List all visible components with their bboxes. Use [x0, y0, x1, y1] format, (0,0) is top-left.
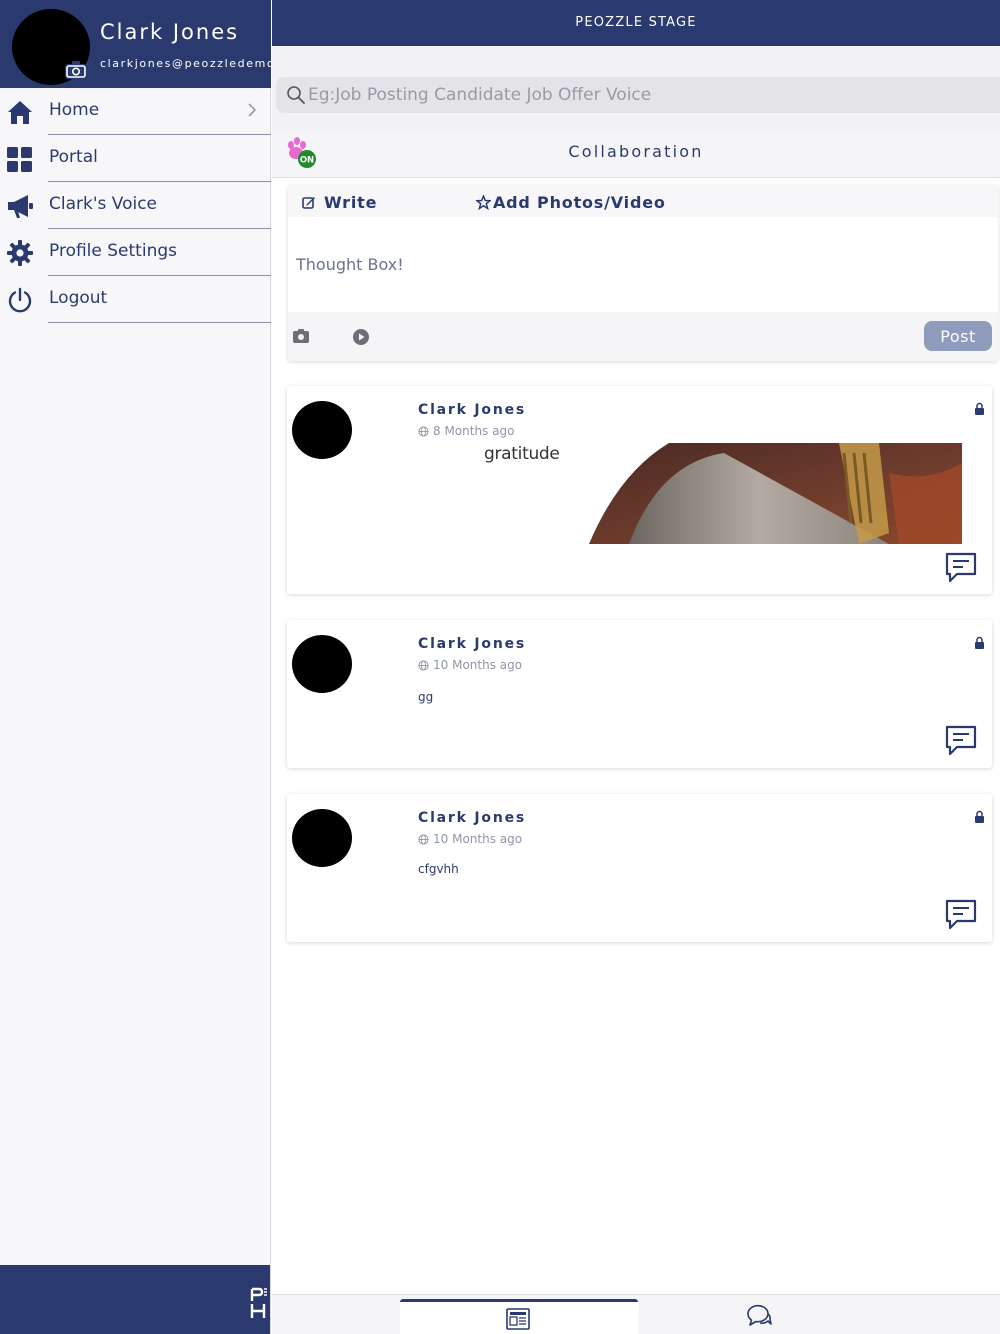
post-avatar[interactable] [292, 635, 352, 693]
tab-write-label: Write [324, 192, 378, 212]
bottom-nav [272, 1294, 1000, 1334]
search-input[interactable] [308, 77, 988, 113]
sidebar-item-label: Home [49, 100, 100, 120]
chat-bubbles-icon[interactable] [744, 1303, 772, 1329]
sidebar-item-label: Portal [49, 147, 98, 167]
video-play-icon[interactable] [352, 328, 370, 346]
post-time-text: 8 Months ago [433, 424, 515, 438]
post-author[interactable]: Clark Jones [418, 636, 526, 652]
post-body: gg [418, 690, 434, 704]
post-card: Clark Jones 10 Months ago cfgvhh [287, 794, 992, 942]
comment-icon[interactable] [944, 550, 978, 584]
collaboration-bar: ON Collaboration [272, 132, 1000, 178]
post-time-text: 10 Months ago [433, 658, 523, 672]
camera-icon[interactable] [292, 328, 310, 344]
peozzle-logo [250, 1287, 267, 1318]
sidebar-item-label: Clark's Voice [49, 194, 158, 214]
comment-icon[interactable] [944, 723, 978, 757]
gear-icon [7, 240, 33, 266]
post-avatar[interactable] [292, 401, 352, 459]
post-body: cfgvhh [418, 862, 459, 876]
sidebar-menu: Home Portal Clark's Voice Profile Settin… [0, 88, 271, 323]
globe-icon [418, 833, 429, 845]
page-title: PEOZZLE STAGE [575, 15, 697, 30]
sidebar-item-portal[interactable]: Portal [0, 135, 271, 182]
post-card: Clark Jones 8 Months ago gratitude [287, 386, 992, 594]
camera-icon[interactable] [64, 60, 88, 80]
post-composer: Write Add Photos/Video Thought Box! Post [288, 185, 998, 361]
main-content: PEOZZLE STAGE ON Collaboration [272, 0, 1000, 1334]
sidebar-item-profile-settings[interactable]: Profile Settings [0, 229, 271, 276]
search-bar[interactable] [276, 77, 1000, 113]
profile-name: Clark Jones [100, 20, 240, 44]
tab-photos-label: Add Photos/Video [493, 192, 666, 212]
post-image-caption: gratitude [484, 444, 560, 464]
post-author[interactable]: Clark Jones [418, 402, 526, 418]
star-icon [476, 194, 491, 210]
post-image[interactable] [589, 443, 962, 544]
globe-icon [418, 659, 429, 671]
tab-write[interactable]: Write [302, 191, 377, 213]
sidebar-footer [0, 1265, 270, 1334]
sidebar-item-logout[interactable]: Logout [0, 276, 271, 323]
grid-icon [7, 147, 32, 172]
newspaper-icon [506, 1308, 530, 1330]
home-icon [8, 101, 32, 124]
post-timestamp: 10 Months ago [418, 832, 522, 846]
lock-icon [975, 810, 984, 823]
search-area [272, 46, 1000, 132]
megaphone-icon [8, 195, 33, 218]
tab-add-photos-video[interactable]: Add Photos/Video [476, 191, 666, 213]
post-time-text: 10 Months ago [433, 832, 523, 846]
post-button[interactable]: Post [924, 321, 992, 351]
post-author[interactable]: Clark Jones [418, 810, 526, 826]
post-timestamp: 10 Months ago [418, 658, 522, 672]
post-avatar[interactable] [292, 809, 352, 867]
globe-icon [418, 425, 429, 437]
search-icon [287, 86, 305, 104]
sidebar-item-voice[interactable]: Clark's Voice [0, 182, 271, 229]
post-card: Clark Jones 10 Months ago gg [287, 620, 992, 768]
lock-icon [975, 636, 984, 649]
tab-feed[interactable] [400, 1299, 638, 1334]
collaboration-title: Collaboration [568, 142, 704, 161]
post-timestamp: 8 Months ago [418, 424, 514, 438]
sidebar-item-label: Profile Settings [49, 241, 177, 261]
profile-header: Clark Jones clarkjones@peozzledemo [0, 0, 271, 88]
composer-toolbar: Post [288, 312, 998, 361]
profile-email: clarkjones@peozzledemo [100, 57, 271, 70]
sidebar: Clark Jones clarkjones@peozzledemo Home … [0, 0, 271, 1334]
lock-icon [975, 402, 984, 415]
comment-icon[interactable] [944, 897, 978, 931]
power-icon [8, 287, 32, 313]
divider [48, 322, 271, 323]
chevron-right-icon [248, 103, 257, 117]
sidebar-item-label: Logout [49, 288, 108, 308]
sidebar-item-home[interactable]: Home [0, 88, 271, 135]
edit-icon [302, 197, 315, 209]
top-bar: PEOZZLE STAGE [272, 0, 1000, 46]
composer-tabs: Write Add Photos/Video [288, 185, 998, 217]
thought-box-input[interactable]: Thought Box! [296, 255, 404, 274]
